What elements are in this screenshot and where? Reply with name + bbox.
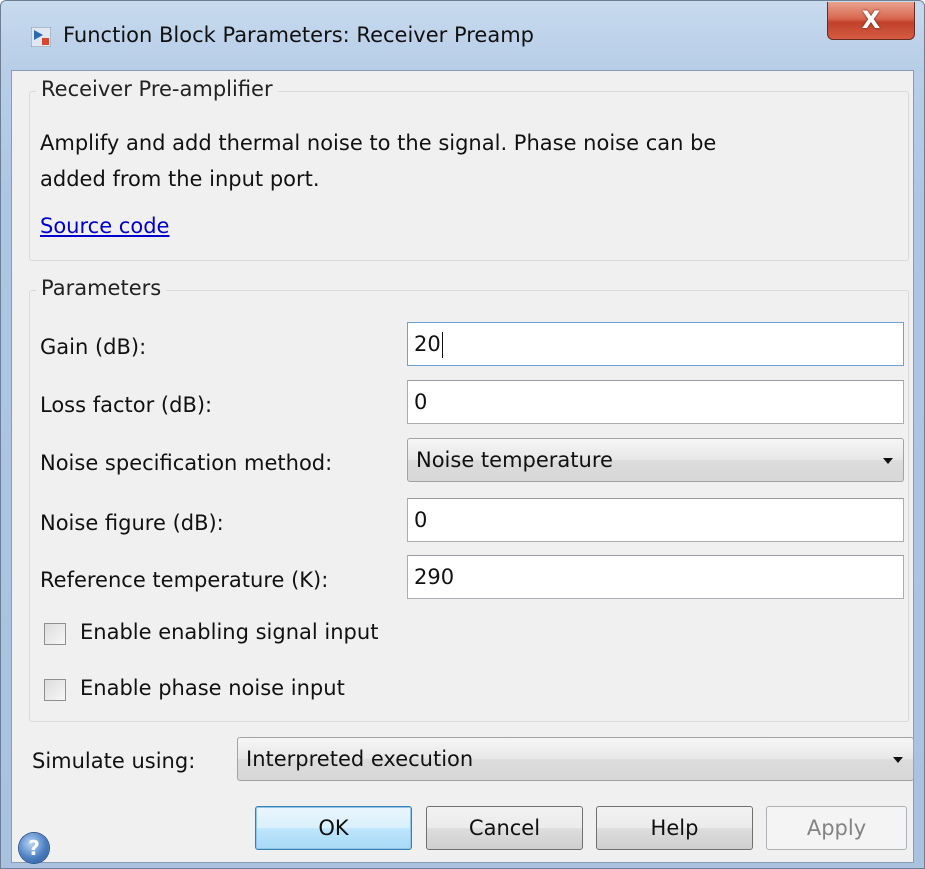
simulink-block-icon (31, 27, 51, 47)
parameters-group-title: Parameters (36, 276, 167, 300)
enable-phase-noise-label[interactable]: Enable phase noise input (80, 676, 345, 700)
ok-button[interactable]: OK (255, 806, 412, 850)
enable-signal-input-label[interactable]: Enable enabling signal input (80, 620, 378, 644)
text-caret (441, 332, 443, 358)
source-code-link[interactable]: Source code (40, 214, 169, 238)
dialog-client-area: Receiver Pre-amplifier Amplify and add t… (11, 70, 914, 863)
enable-signal-input-checkbox[interactable] (44, 623, 66, 645)
cancel-button[interactable]: Cancel (426, 806, 583, 850)
help-icon[interactable]: ? (19, 833, 49, 863)
noise-method-label: Noise specification method: (40, 451, 333, 475)
reference-temperature-input[interactable]: 290 (407, 555, 904, 599)
description-line-1: Amplify and add thermal noise to the sig… (40, 131, 717, 155)
description-line-2: added from the input port. (40, 167, 320, 191)
loss-factor-label: Loss factor (dB): (40, 393, 213, 417)
noise-method-dropdown[interactable]: Noise temperature (407, 438, 904, 482)
noise-method-value: Noise temperature (416, 448, 613, 472)
reference-temperature-label: Reference temperature (K): (40, 568, 329, 592)
window-title: Function Block Parameters: Receiver Prea… (63, 23, 534, 47)
simulate-using-dropdown[interactable]: Interpreted execution (237, 737, 914, 781)
dropdown-arrow-icon (883, 458, 893, 464)
help-button[interactable]: Help (596, 806, 753, 850)
description-group-title: Receiver Pre-amplifier (36, 77, 278, 101)
title-bar[interactable]: Function Block Parameters: Receiver Prea… (1, 1, 924, 71)
enable-phase-noise-checkbox[interactable] (44, 679, 66, 701)
close-button[interactable]: X (827, 2, 915, 40)
dropdown-arrow-icon (893, 757, 903, 763)
gain-input[interactable]: 20 (407, 322, 904, 366)
simulate-using-label: Simulate using: (32, 749, 196, 773)
dialog-window: Function Block Parameters: Receiver Prea… (0, 0, 925, 869)
noise-figure-input[interactable]: 0 (407, 498, 904, 542)
loss-factor-input[interactable]: 0 (407, 380, 904, 424)
gain-value: 20 (414, 332, 441, 356)
apply-button[interactable]: Apply (766, 806, 907, 850)
gain-label: Gain (dB): (40, 335, 147, 359)
noise-figure-label: Noise figure (dB): (40, 511, 224, 535)
simulate-using-value: Interpreted execution (246, 747, 474, 771)
